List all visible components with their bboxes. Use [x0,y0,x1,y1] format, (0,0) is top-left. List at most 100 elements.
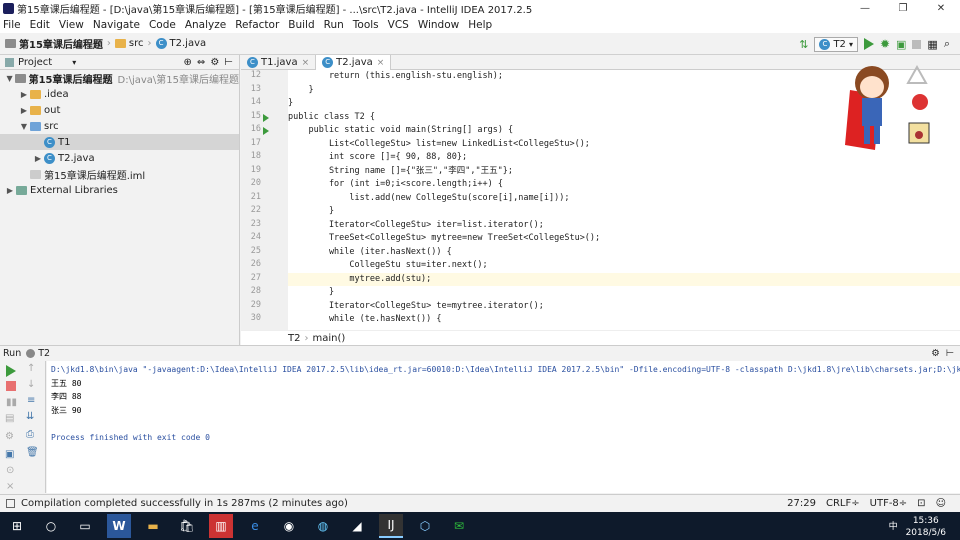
wechat-icon[interactable]: ✉ [447,514,471,538]
chevron-down-icon[interactable]: ▾ [72,58,76,67]
close-icon[interactable]: × [302,58,310,68]
menu-window[interactable]: Window [418,19,459,31]
chevron-right-icon[interactable]: ▶ [32,154,44,163]
tree-item[interactable]: ▼ src [0,118,239,134]
menu-refactor[interactable]: Refactor [235,19,279,31]
hide-icon[interactable]: ⊢ [224,57,233,68]
stop-icon[interactable] [6,381,16,391]
code-line: } [288,287,335,297]
tree-item[interactable]: C T1 [0,134,239,150]
tree-item[interactable]: ▶ .idea [0,86,239,102]
rerun-icon[interactable] [6,365,16,377]
run-console[interactable]: D:\jkd1.8\bin\java "-javaagent:D:\Idea\I… [47,361,960,493]
run-panel-title[interactable]: Run [3,348,21,359]
edge-icon[interactable]: e [243,514,267,538]
tree-item[interactable]: ▼ 第15章课后编程题 D:\java\第15章课后编程题 [0,70,239,86]
lock-icon[interactable]: ⊡ [917,498,925,509]
maximize-button[interactable]: ❐ [884,0,922,17]
print-icon[interactable]: ⎙ [26,429,34,440]
run-icon[interactable] [863,38,874,50]
menu-code[interactable]: Code [149,19,176,31]
crumb-project[interactable]: 第15章课后编程题 [19,36,103,51]
windows-start-icon[interactable]: ⊞ [5,514,29,538]
dump-threads-icon[interactable]: ▤ [5,413,14,424]
build-icon[interactable]: ⇅ [799,38,808,51]
tree-item[interactable]: ▶ External Libraries [0,182,239,198]
inspector-icon[interactable]: ☺ [936,498,946,509]
line-separator[interactable]: CRLF÷ [826,498,860,509]
store-icon[interactable]: 🛍 [175,514,199,538]
run-config-name[interactable]: T2 [38,348,50,359]
close-icon[interactable]: × [6,481,14,492]
menu-analyze[interactable]: Analyze [185,19,226,31]
virtualbox-icon[interactable]: ⬡ [413,514,437,538]
line-number: 28 [250,286,261,296]
tree-item[interactable]: ▶ out [0,102,239,118]
run-gutter-icon[interactable] [263,127,269,135]
run-config-selector[interactable]: C T2 ▾ [814,36,858,52]
intellij-icon[interactable]: IJ [379,514,403,538]
menu-run[interactable]: Run [324,19,344,31]
crumb-class[interactable]: T2 [288,333,300,344]
cortana-icon[interactable]: ○ [39,514,63,538]
menu-file[interactable]: File [3,19,21,31]
scroll-to-end-icon[interactable]: ⇊ [26,411,34,422]
menu-help[interactable]: Help [468,19,492,31]
hide-icon[interactable]: ⊢ [946,348,954,359]
chevron-right-icon[interactable]: ▶ [18,90,30,99]
media-icon[interactable]: ◢ [345,514,369,538]
gear-icon[interactable]: ⚙ [210,57,219,68]
layout-icon[interactable]: ▣ [5,449,14,460]
chrome-like-icon[interactable]: ◍ [311,514,335,538]
minimize-button[interactable]: — [846,0,884,17]
menu-view[interactable]: View [59,19,84,31]
chevron-right-icon[interactable]: ▶ [4,186,16,195]
status-icon[interactable] [6,499,15,508]
menu-vcs[interactable]: VCS [388,19,409,31]
code-line: String name []={"张三","李四","王五"}; [288,165,513,176]
chevron-down-icon[interactable]: ▼ [18,122,30,131]
close-icon[interactable]: × [377,58,385,68]
ime-indicator[interactable]: 中 [889,521,898,533]
menu-tools[interactable]: Tools [353,19,379,31]
project-panel-title[interactable]: Project [18,57,52,68]
stop-icon[interactable] [912,39,922,49]
tab-t2[interactable]: C T2.java × [316,55,392,70]
reader-icon[interactable]: ▥ [209,514,233,538]
qq-icon[interactable]: ◉ [277,514,301,538]
pin-icon[interactable]: ⊙ [6,465,14,476]
soft-wrap-icon[interactable]: ≡ [27,395,35,406]
pause-icon[interactable]: ▮▮ [6,397,17,408]
gear-icon[interactable]: ⚙ [931,348,940,359]
close-window-button[interactable]: ✕ [922,0,960,17]
crumb-method[interactable]: main() [312,333,345,344]
crumb-src[interactable]: src [129,38,144,49]
locate-icon[interactable]: ⊕ [184,57,192,68]
menu-navigate[interactable]: Navigate [93,19,140,31]
crumb-file[interactable]: T2.java [170,38,207,49]
coverage-icon[interactable]: ▣ [896,38,906,51]
run-gutter-icon[interactable] [263,113,269,122]
task-view-icon[interactable]: ▭ [73,514,97,538]
clock-time[interactable]: 15:36 [906,515,946,527]
tab-t1[interactable]: C T1.java × [241,55,317,70]
trash-icon[interactable]: 🗑 [26,447,39,458]
arrow-down-icon[interactable]: ↓ [27,379,35,390]
debug-icon[interactable]: ✹ [880,37,890,51]
menu-build[interactable]: Build [288,19,314,31]
search-icon[interactable]: ⌕ [944,37,950,51]
word-icon[interactable]: W [107,514,131,538]
tree-item[interactable]: ▶ C T2.java [0,150,239,166]
tree-item[interactable]: 第15章课后编程题.iml [0,166,239,182]
arrow-up-icon[interactable]: ↑ [27,363,35,374]
project-structure-icon[interactable]: ▦ [927,38,937,51]
menu-edit[interactable]: Edit [30,19,50,31]
clock-date[interactable]: 2018/5/6 [906,527,946,539]
folder-icon[interactable]: ▬ [141,514,165,538]
settings-icon[interactable]: ⚙ [5,431,14,442]
collapse-icon[interactable]: ⇔ [197,57,205,68]
cursor-position[interactable]: 27:29 [787,498,816,509]
file-encoding[interactable]: UTF-8÷ [870,498,908,509]
chevron-down-icon[interactable]: ▼ [4,74,15,83]
chevron-right-icon[interactable]: ▶ [18,106,30,115]
